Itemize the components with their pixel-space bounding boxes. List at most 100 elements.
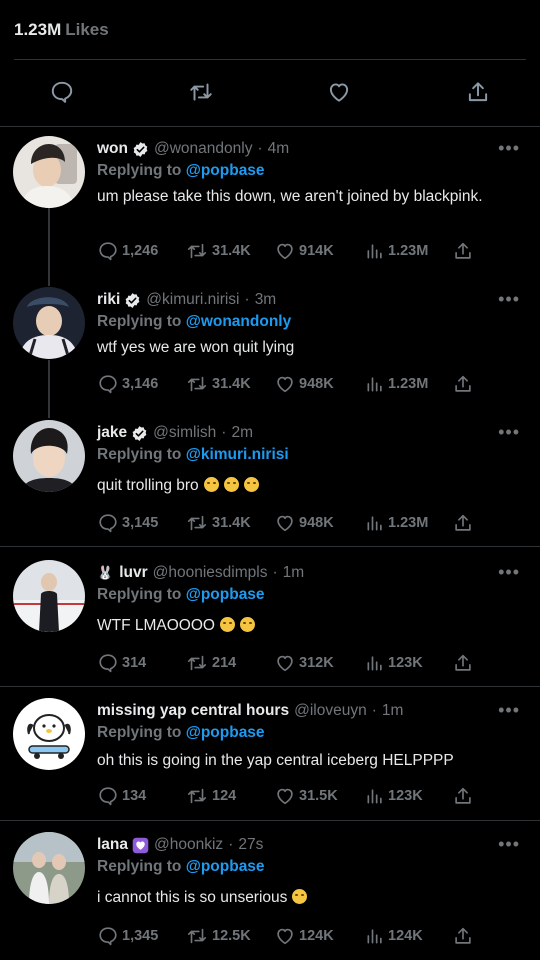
reply-stat[interactable]: 314: [97, 652, 146, 674]
more-options-icon[interactable]: •••: [498, 422, 520, 443]
replying-to-link[interactable]: @popbase: [186, 724, 265, 741]
loudly-crying-face-emoji-icon: [203, 477, 219, 492]
views-stat[interactable]: 1.23M: [365, 373, 428, 395]
reply-tweet[interactable]: jake @simlish · 2m ••• Replying to @kimu…: [0, 420, 540, 546]
reply-stat[interactable]: 134: [97, 785, 146, 807]
retweet-button[interactable]: [187, 78, 215, 106]
timestamp[interactable]: 3m: [255, 291, 277, 309]
more-options-icon[interactable]: •••: [498, 834, 520, 855]
dot-separator: ·: [221, 424, 227, 441]
retweet-stat[interactable]: 31.4K: [185, 512, 251, 534]
timestamp[interactable]: 4m: [268, 140, 290, 158]
reply-tweet[interactable]: riki @kimuri.nirisi · 3m ••• Replying to…: [0, 287, 540, 407]
views-stat[interactable]: 124K: [365, 925, 423, 947]
reply-stat[interactable]: 1,246: [97, 240, 158, 262]
replying-to-link[interactable]: @kimuri.nirisi: [186, 446, 289, 463]
handle[interactable]: @iloveuyn: [294, 702, 367, 720]
timestamp[interactable]: 27s: [238, 836, 263, 854]
replying-to-link[interactable]: @wonandonly: [186, 313, 292, 330]
display-name[interactable]: won: [97, 140, 128, 158]
reply-icon: [99, 654, 117, 673]
retweet-stat[interactable]: 124: [185, 785, 236, 807]
views-stat[interactable]: 1.23M: [365, 240, 428, 262]
retweet-stat[interactable]: 31.4K: [185, 373, 251, 395]
loudly-crying-face-emoji-icon: [243, 477, 259, 492]
tweet-stats: 1,345 12.5K 124K 124K: [97, 925, 517, 947]
like-stat[interactable]: 948K: [274, 373, 334, 395]
more-options-icon[interactable]: •••: [498, 562, 520, 583]
share-stat[interactable]: [452, 373, 477, 395]
retweet-stat[interactable]: 31.4K: [185, 240, 251, 262]
display-name[interactable]: riki: [97, 291, 120, 309]
avatar[interactable]: [13, 560, 85, 632]
divider: [0, 546, 540, 547]
reply-stat[interactable]: 3,145: [97, 512, 158, 534]
handle[interactable]: @hoonkiz: [154, 836, 223, 854]
likes-summary[interactable]: 1.23M Likes: [0, 0, 540, 60]
share-stat[interactable]: [452, 652, 477, 674]
like-icon: [329, 83, 349, 102]
display-name[interactable]: missing yap central hours: [97, 702, 289, 720]
retweet-icon: [187, 655, 207, 671]
like-icon: [277, 376, 293, 393]
replying-label: Replying to: [97, 858, 182, 875]
views-stat[interactable]: 123K: [365, 652, 423, 674]
like-stat[interactable]: 948K: [274, 512, 334, 534]
share-stat[interactable]: [452, 785, 477, 807]
share-stat[interactable]: [452, 512, 477, 534]
like-stat[interactable]: 31.5K: [274, 785, 338, 807]
display-name[interactable]: jake: [97, 424, 127, 442]
like-stat[interactable]: 312K: [274, 652, 334, 674]
reply-tweet[interactable]: lana @hoonkiz · 27s ••• Replying to @pop…: [0, 832, 540, 958]
avatar[interactable]: [13, 287, 85, 359]
replying-to: Replying to @wonandonly: [97, 313, 291, 331]
replying-label: Replying to: [97, 162, 182, 179]
tweet-header: missing yap central hours @iloveuyn · 1m: [97, 702, 500, 720]
tweet-header: 🐰 luvr @hooniesdimpls · 1m: [97, 564, 500, 582]
handle[interactable]: @kimuri.nirisi: [146, 291, 239, 309]
handle[interactable]: @hooniesdimpls: [153, 564, 268, 582]
reply-stat[interactable]: 1,345: [97, 925, 158, 947]
moon-bunny-emoji-icon: 🐰: [97, 565, 114, 580]
retweet-stat[interactable]: 214: [185, 652, 236, 674]
display-name[interactable]: lana: [97, 836, 128, 854]
replying-to: Replying to @popbase: [97, 586, 265, 604]
replying-to-link[interactable]: @popbase: [186, 586, 265, 603]
like-stat[interactable]: 124K: [274, 925, 334, 947]
handle[interactable]: @wonandonly: [154, 140, 252, 158]
loudly-crying-face-emoji-icon: [223, 477, 239, 492]
avatar[interactable]: [13, 136, 85, 208]
like-stat[interactable]: 914K: [274, 240, 334, 262]
avatar[interactable]: [13, 420, 85, 492]
share-button[interactable]: [464, 78, 492, 106]
retweet-icon: [187, 928, 207, 944]
share-stat[interactable]: [452, 925, 477, 947]
tweet-header: jake @simlish · 2m: [97, 424, 500, 442]
retweet-stat[interactable]: 12.5K: [185, 925, 251, 947]
avatar[interactable]: [13, 698, 85, 770]
more-options-icon[interactable]: •••: [498, 700, 520, 721]
timestamp[interactable]: 1m: [283, 564, 305, 582]
avatar[interactable]: [13, 832, 85, 904]
timestamp[interactable]: 2m: [231, 424, 253, 442]
share-stat[interactable]: [452, 240, 477, 262]
reply-stat[interactable]: 3,146: [97, 373, 158, 395]
replying-to-link[interactable]: @popbase: [186, 162, 265, 179]
replying-to-link[interactable]: @popbase: [186, 858, 265, 875]
tweet-stats: 3,145 31.4K 948K 1.23M: [97, 512, 517, 534]
timestamp[interactable]: 1m: [382, 702, 404, 720]
views-stat[interactable]: 1.23M: [365, 512, 428, 534]
more-options-icon[interactable]: •••: [498, 289, 520, 310]
replying-label: Replying to: [97, 446, 182, 463]
reply-tweet[interactable]: won @wonandonly · 4m ••• Replying to @po…: [0, 136, 540, 266]
replying-to: Replying to @popbase: [97, 724, 265, 742]
more-options-icon[interactable]: •••: [498, 138, 520, 159]
views-stat[interactable]: 123K: [365, 785, 423, 807]
like-button[interactable]: [325, 78, 353, 106]
share-icon: [455, 927, 471, 944]
reply-button[interactable]: [48, 78, 76, 106]
reply-tweet[interactable]: 🐰 luvr @hooniesdimpls · 1m ••• Replying …: [0, 560, 540, 686]
display-name[interactable]: luvr: [119, 564, 147, 582]
reply-tweet[interactable]: missing yap central hours @iloveuyn · 1m…: [0, 698, 540, 820]
handle[interactable]: @simlish: [153, 424, 216, 442]
